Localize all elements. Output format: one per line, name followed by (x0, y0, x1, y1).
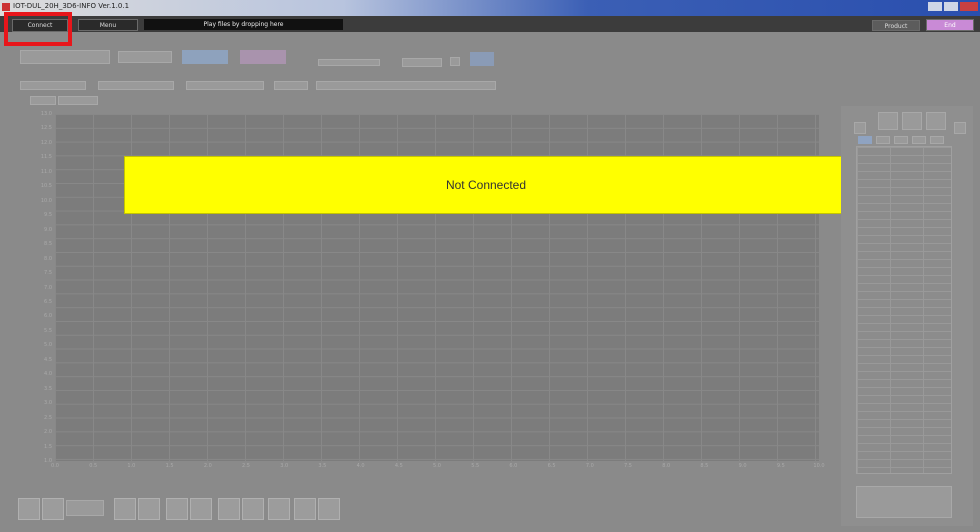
panel-tab-3[interactable] (894, 136, 908, 144)
tool-icon-2[interactable] (42, 498, 64, 520)
y-tick-label: 9.5 (44, 212, 52, 219)
y-tick-label: 8.0 (44, 255, 52, 262)
x-tick-label: 2.5 (242, 463, 250, 469)
capture-button[interactable] (118, 51, 172, 63)
date-field[interactable] (20, 81, 86, 90)
marker-icon[interactable] (242, 498, 264, 520)
zoom-field[interactable] (66, 500, 104, 516)
y-tick-label: 8.5 (44, 241, 52, 248)
x-tick-label: 4.5 (394, 463, 403, 469)
maximize-icon[interactable] (944, 2, 958, 11)
panel-tab-5[interactable] (930, 136, 944, 144)
x-tick-label: 8.5 (700, 463, 709, 469)
x-tick-label: 0.0 (51, 463, 59, 469)
x-tick-label: 9.0 (738, 463, 747, 469)
progress-bar (318, 59, 380, 66)
panel-icon-left[interactable] (854, 122, 866, 134)
drop-zone[interactable]: Play files by dropping here (144, 19, 343, 30)
y-tick-label: 5.0 (44, 342, 52, 349)
panel-tab-4[interactable] (912, 136, 926, 144)
pin-icon[interactable] (878, 112, 898, 130)
rate-field[interactable] (274, 81, 308, 90)
x-tick-label: 6.5 (547, 463, 556, 469)
connect-highlight-box (4, 12, 72, 46)
title-bar (0, 0, 980, 16)
pin-icon-2[interactable] (902, 112, 922, 130)
y-tick-label: 7.5 (44, 270, 52, 277)
minimize-icon[interactable] (928, 2, 942, 11)
tool-icon-1[interactable] (18, 498, 40, 520)
start-button[interactable] (182, 50, 228, 64)
mode-button[interactable] (402, 58, 442, 67)
tool-icon-6[interactable] (190, 498, 212, 520)
x-tick-label: 7.5 (624, 463, 632, 469)
x-tick-label: 0.5 (89, 463, 98, 469)
x-tick-label: 5.5 (471, 463, 480, 469)
x-tick-label: 10.0 (813, 463, 825, 469)
x-tick-label: 9.5 (776, 463, 785, 469)
product-button[interactable]: Product (872, 20, 920, 31)
y-tick-label: 4.0 (44, 371, 52, 378)
peak-table (856, 146, 952, 474)
y-tick-label: 11.0 (40, 168, 52, 175)
y-tick-label: 2.5 (44, 414, 52, 421)
y-tick-label: 3.5 (44, 385, 52, 392)
panel-icon-right[interactable] (954, 122, 966, 134)
y-tick-label: 7.0 (44, 284, 52, 291)
y-tick-label: 2.0 (44, 429, 52, 436)
x-tick-label: 4.0 (356, 463, 365, 469)
y-tick-label: 6.5 (44, 298, 52, 305)
x-tick-label: 8.0 (662, 463, 671, 469)
close-icon[interactable] (960, 2, 978, 11)
y-tick-label: 3.0 (44, 400, 52, 407)
sampling-field[interactable] (98, 81, 174, 90)
y-tick-label: 12.0 (40, 139, 52, 146)
minus-icon[interactable] (218, 498, 240, 520)
comment-field[interactable] (316, 81, 496, 90)
summary-table (856, 486, 952, 518)
tab-graph[interactable] (30, 96, 56, 105)
tool-icon-5[interactable] (166, 498, 188, 520)
x-tick-label: 1.0 (127, 463, 136, 469)
device-field[interactable] (20, 50, 110, 64)
y-tick-label: 9.0 (44, 226, 52, 233)
y-tick-label: 1.5 (44, 443, 52, 450)
tool-icon-3[interactable] (114, 498, 136, 520)
x-tick-label: 2.0 (203, 463, 212, 469)
panel-tab-2[interactable] (876, 136, 890, 144)
marker-icon-2[interactable] (268, 498, 290, 520)
stop-button[interactable] (240, 50, 286, 64)
y-tick-label: 13.0 (40, 111, 52, 117)
marker-icon-3[interactable] (318, 498, 340, 520)
y-tick-label: 10.5 (40, 183, 52, 190)
x-tick-label: 3.0 (280, 463, 289, 469)
app-icon (2, 3, 10, 11)
x-tick-label: 1.5 (165, 463, 174, 469)
y-tick-label: 10.0 (40, 197, 52, 204)
x-tick-label: 6.0 (509, 463, 518, 469)
panel-tab-1[interactable] (858, 136, 872, 144)
plus-icon[interactable] (294, 498, 316, 520)
y-tick-label: 4.5 (44, 356, 52, 363)
tool-icon-4[interactable] (138, 498, 160, 520)
layout-icon[interactable] (470, 52, 494, 66)
menu-button[interactable]: Menu (78, 19, 138, 31)
y-tick-label: 11.5 (40, 154, 52, 161)
y-tick-label: 6.0 (44, 313, 52, 320)
x-tick-label: 5.0 (433, 463, 441, 469)
pin-icon-3[interactable] (926, 112, 946, 130)
small-toggle[interactable] (450, 57, 460, 66)
end-button[interactable]: End (926, 19, 974, 31)
x-tick-label: 7.0 (585, 463, 594, 469)
tab-data[interactable] (58, 96, 98, 105)
x-tick-label: 3.5 (318, 463, 327, 469)
window-field[interactable] (186, 81, 264, 90)
not-connected-banner: Not Connected (124, 156, 848, 214)
window-title: IOT-DUL_20H_3D6-INFO Ver.1.0.1 (13, 2, 130, 10)
y-tick-label: 12.5 (40, 125, 52, 132)
y-tick-label: 5.5 (44, 327, 52, 334)
